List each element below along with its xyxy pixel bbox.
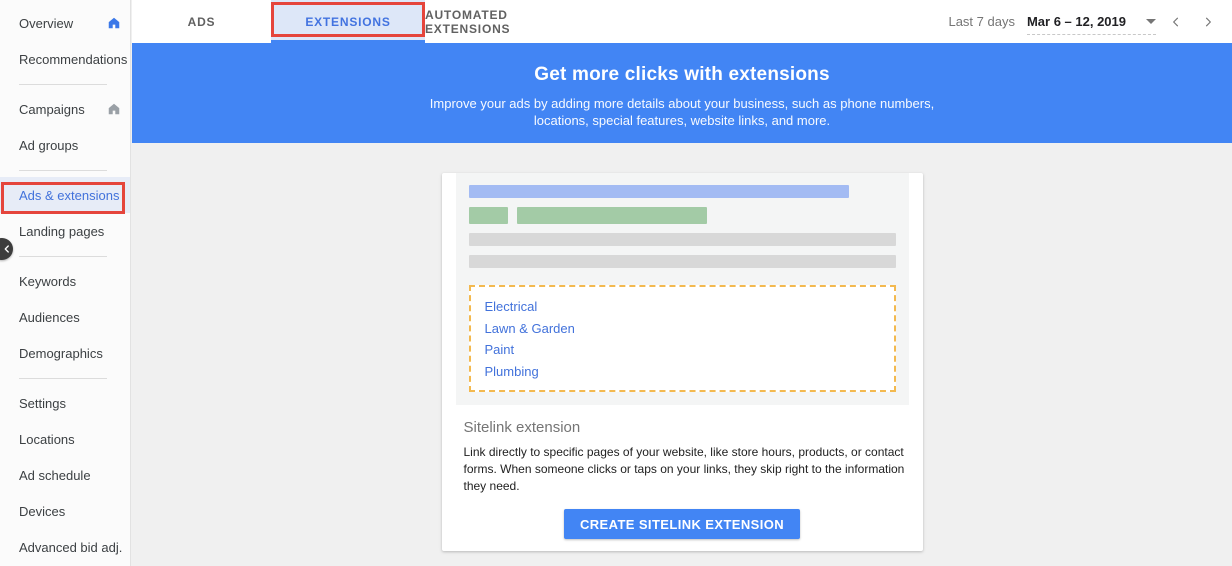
sidebar-item-label: Demographics (19, 345, 103, 361)
sidebar-item-label: Overview (19, 15, 74, 31)
banner-title: Get more clicks with extensions (534, 64, 830, 85)
sidebar-item-overview[interactable]: Overview (0, 5, 130, 41)
sidebar-item-locations[interactable]: Locations (0, 421, 130, 457)
sitelink-example: Electrical (484, 299, 538, 314)
tab-ads[interactable]: ADS (132, 0, 271, 43)
date-range-preset-label: Last 7 days (948, 14, 1015, 29)
placeholder-headline-bar (468, 185, 849, 198)
ad-preview-illustration: Electrical Lawn & Garden Paint Plumbing (455, 173, 909, 405)
sidebar-item-label: Settings (19, 395, 66, 411)
sidebar-item-label: Devices (19, 503, 66, 519)
sidebar-item-label: Ads & extensions (19, 187, 120, 203)
card-description: Link directly to specific pages of your … (463, 444, 905, 495)
chevron-left-icon (1, 243, 13, 255)
google-ads-app: Overview Recommendations Campaigns Ad gr… (0, 0, 1232, 566)
sidebar-item-campaigns[interactable]: Campaigns (0, 91, 130, 127)
sidebar-item-ad-schedule[interactable]: Ad schedule (0, 457, 130, 493)
sidebar-item-label: Landing pages (19, 223, 105, 239)
sidebar-divider (0, 249, 130, 263)
banner-subtitle: Improve your ads by adding more details … (429, 96, 935, 128)
sidebar-divider (0, 77, 130, 91)
sitelink-example: Paint (484, 342, 515, 357)
sidebar-divider (0, 163, 130, 177)
sidebar-item-advanced-bid-adj[interactable]: Advanced bid adj. (0, 529, 130, 565)
placeholder-badge-bar (468, 207, 508, 224)
sidebar-item-ad-groups[interactable]: Ad groups (0, 127, 130, 163)
sidebar-item-label: Locations (19, 431, 75, 447)
placeholder-url-bar (516, 207, 707, 224)
card-heading: Sitelink extension (463, 419, 581, 436)
sidebar-item-recommendations[interactable]: Recommendations (0, 41, 130, 77)
placeholder-url-row (468, 207, 896, 224)
home-icon (107, 102, 121, 116)
chevron-right-icon (1201, 15, 1215, 29)
promo-banner: Get more clicks with extensions Improve … (132, 43, 1232, 143)
sidebar-item-label: Advanced bid adj. (19, 539, 123, 555)
tab-extensions[interactable]: EXTENSIONS (271, 0, 425, 43)
date-range-value: Mar 6 – 12, 2019 (1026, 13, 1126, 29)
card-description-line: Link directly to specific pages of your … (463, 445, 904, 459)
caret-down-icon (1146, 18, 1156, 24)
card-description-line: they need. (463, 479, 520, 493)
sidebar-divider (0, 371, 130, 385)
sidebar-item-audiences[interactable]: Audiences (0, 299, 130, 335)
create-sitelink-extension-button[interactable]: CREATE SITELINK EXTENSION (563, 509, 801, 539)
sitelink-example: Plumbing (484, 363, 539, 379)
next-period-button[interactable] (1196, 10, 1220, 34)
home-icon (107, 16, 121, 30)
card-description-line: forms. When someone clicks or taps on yo… (463, 462, 905, 476)
previous-period-button[interactable] (1164, 10, 1188, 34)
sidebar-item-label: Keywords (19, 273, 77, 289)
main-area: ADS EXTENSIONS AUTOMATED EXTENSIONS Last… (132, 0, 1232, 566)
chevron-left-icon (1169, 15, 1183, 29)
sidebar-nav: Overview Recommendations Campaigns Ad gr… (0, 0, 130, 565)
sidebar-item-landing-pages[interactable]: Landing pages (0, 213, 130, 249)
sidebar: Overview Recommendations Campaigns Ad gr… (0, 0, 131, 566)
sidebar-item-settings[interactable]: Settings (0, 385, 130, 421)
active-tab-indicator (271, 40, 425, 43)
tab-automated-extensions[interactable]: AUTOMATED EXTENSIONS (425, 0, 595, 43)
placeholder-text-bar (468, 255, 896, 268)
date-range-controls: Last 7 days Mar 6 – 12, 2019 (948, 0, 1220, 43)
sidebar-item-ads-and-extensions[interactable]: Ads & extensions (0, 177, 130, 213)
date-range-picker[interactable]: Mar 6 – 12, 2019 (1026, 9, 1156, 35)
tab-bar: ADS EXTENSIONS AUTOMATED EXTENSIONS Last… (132, 0, 1232, 43)
sidebar-item-demographics[interactable]: Demographics (0, 335, 130, 371)
sidebar-item-keywords[interactable]: Keywords (0, 263, 130, 299)
sidebar-item-label: Ad groups (19, 137, 79, 153)
sitelinks-highlight-box: Electrical Lawn & Garden Paint Plumbing (468, 285, 896, 392)
sitelink-example: Lawn & Garden (484, 320, 575, 336)
placeholder-text-bar (468, 233, 896, 246)
sidebar-item-label: Ad schedule (19, 467, 91, 483)
sidebar-item-label: Audiences (19, 309, 80, 325)
sitelink-extension-card: Electrical Lawn & Garden Paint Plumbing … (441, 173, 923, 551)
sidebar-item-label: Recommendations (19, 51, 128, 67)
sidebar-item-label: Campaigns (19, 101, 85, 117)
content-area: Electrical Lawn & Garden Paint Plumbing … (132, 173, 1232, 566)
sidebar-item-devices[interactable]: Devices (0, 493, 130, 529)
